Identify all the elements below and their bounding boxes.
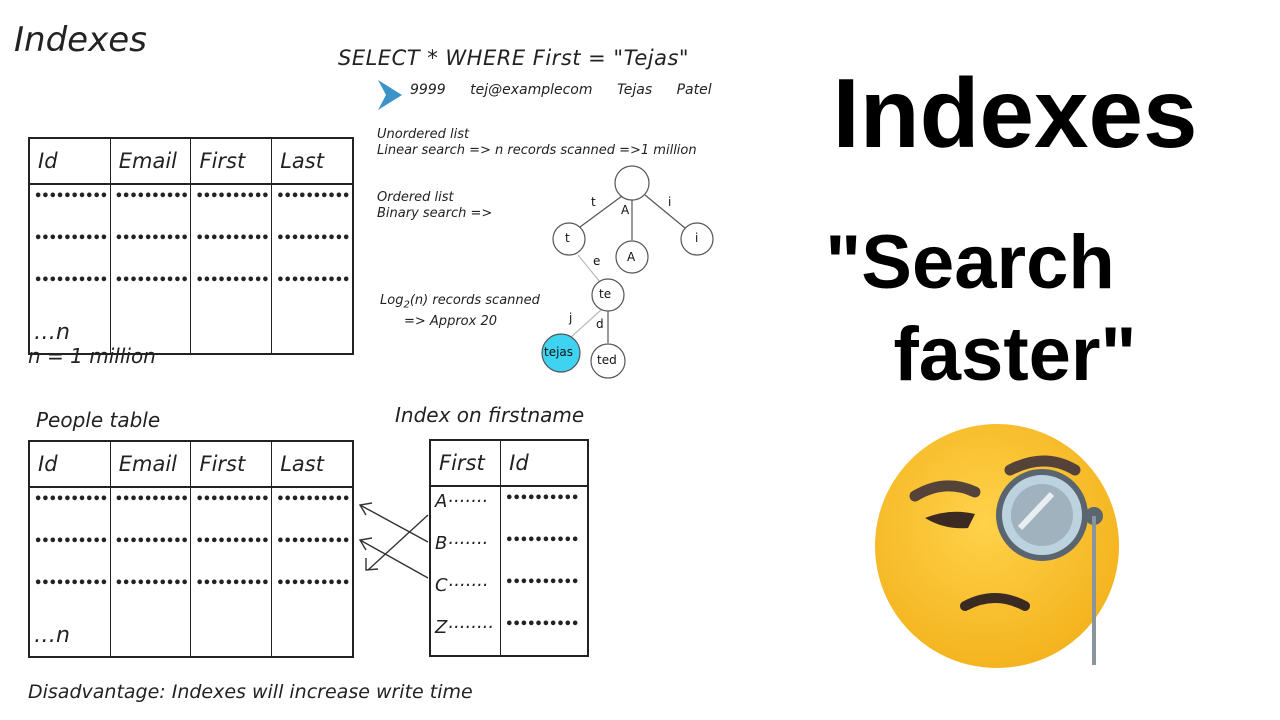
edge-label-j: j	[569, 311, 573, 325]
index-table: First Id A······· •••••••••• B······· ••••…	[429, 439, 589, 657]
ordered-note: Ordered list Binary search =>	[377, 190, 492, 222]
result-first: Tejas	[616, 82, 653, 98]
header-last: Last	[271, 441, 353, 488]
edge-label-d: d	[596, 317, 604, 331]
disadvantage-note: Disadvantage: Indexes will increase writ…	[28, 681, 473, 703]
log-approx: => Approx 20	[404, 313, 497, 329]
node-label-A: A	[627, 250, 636, 264]
node-label-t: t	[565, 231, 570, 245]
log-rest: (n) records scanned	[409, 293, 540, 308]
table-row: C······· ••••••••••	[430, 571, 588, 613]
table-row: •••••••••• •••••••••• •••••••••• ••••••••••	[29, 572, 353, 614]
header-id: Id	[29, 138, 111, 185]
row-n: …n	[34, 622, 70, 648]
table-row: •••••••••• •••••••••• •••••••••• ••••••••••	[29, 487, 353, 530]
result-arrow-icon	[378, 80, 402, 110]
result-row: 9999 tej@examplecom Tejas Patel	[410, 82, 730, 98]
unordered-title: Unordered list	[377, 127, 470, 142]
node-label-i: i	[695, 231, 699, 245]
result-id: 9999	[410, 82, 446, 98]
people-table-caption: People table	[36, 408, 161, 432]
header-first: First	[190, 441, 272, 488]
log-note: Log2(n) records scanned => Approx 20	[380, 293, 540, 330]
table-row: •••••••••• •••••••••• •••••••••• ••••••••••	[29, 530, 353, 572]
header-first: First	[430, 440, 501, 487]
header-first: First	[190, 138, 272, 185]
edge-label-t: t	[591, 195, 596, 209]
tree-edge	[644, 194, 686, 229]
header-last: Last	[271, 138, 353, 185]
tree-root-node	[614, 165, 650, 201]
table-row: B······· ••••••••••	[430, 529, 588, 571]
header-email: Email	[109, 138, 191, 185]
people-table: Id Email First Last •••••••••• ••••••••••…	[28, 440, 354, 658]
header-id: Id	[29, 441, 111, 488]
edge-label-e: e	[593, 254, 601, 268]
big-title: Indexes	[832, 58, 1198, 168]
tree-edge	[579, 195, 623, 228]
node-label-te: te	[599, 287, 612, 301]
tagline-line1: "Search	[825, 220, 1115, 305]
table-row: •••••••••• •••••••••• •••••••••• ••••••••••	[29, 269, 353, 311]
edge-label-i: i	[668, 195, 672, 209]
unindexed-table: Id Email First Last •••••••••• ••••••••••…	[28, 137, 354, 355]
ordered-detail: Binary search =>	[377, 206, 493, 221]
table-row: •••••••••• •••••••••• •••••••••• ••••••••••	[29, 227, 353, 269]
tagline-line2: faster"	[893, 312, 1137, 397]
result-last: Patel	[676, 82, 712, 98]
header-id: Id	[500, 440, 588, 487]
result-email: tej@examplecom	[470, 82, 593, 98]
node-label-tejas: tejas	[544, 345, 574, 359]
header-email: Email	[109, 441, 191, 488]
ordered-title: Ordered list	[377, 190, 454, 205]
table-row: …n	[29, 614, 353, 657]
edge-label-A: A	[621, 203, 630, 217]
table-row: •••••••••• •••••••••• •••••••••• ••••••••••	[29, 184, 353, 227]
table-row: A······· ••••••••••	[430, 486, 588, 529]
log-label: Log	[380, 293, 404, 308]
index-caption: Index on firstname	[395, 403, 585, 427]
unordered-detail: Linear search => n records scanned =>1 m…	[377, 143, 697, 158]
n-caption: n = 1 million	[28, 344, 156, 368]
node-label-ted: ted	[597, 353, 617, 367]
table-row: Z········ ••••••••••	[430, 613, 588, 656]
unordered-note: Unordered list Linear search => n record…	[377, 127, 697, 159]
